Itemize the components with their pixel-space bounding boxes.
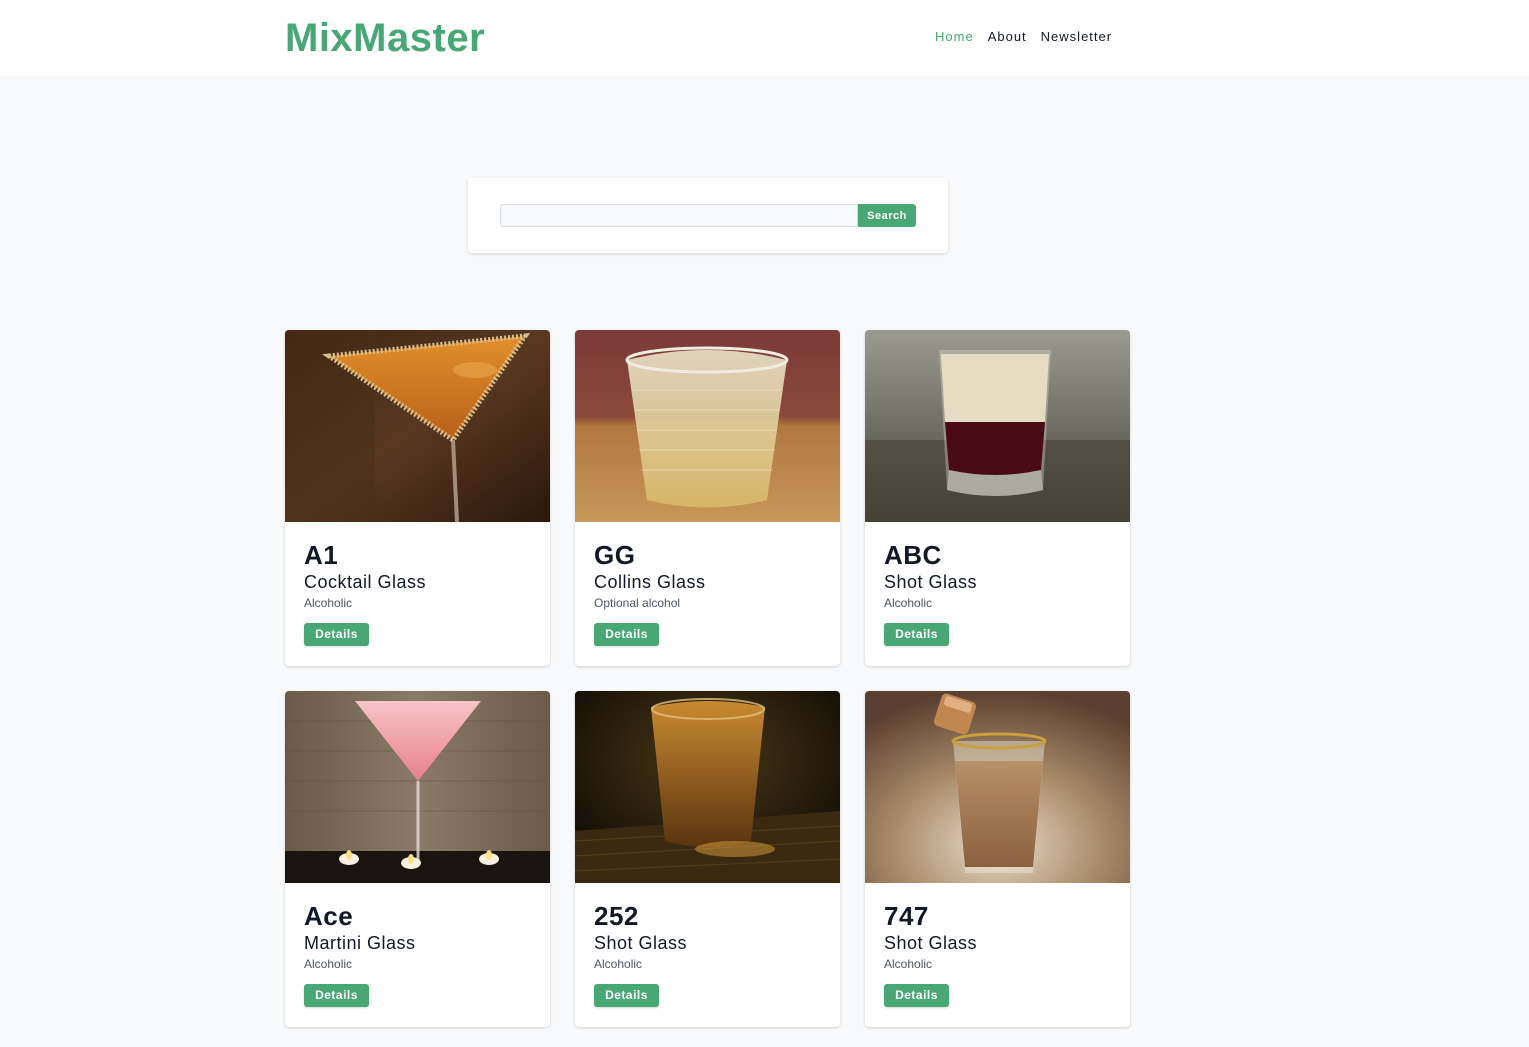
card-body: 747 Shot Glass Alcoholic Details	[865, 883, 1130, 1007]
details-button[interactable]: Details	[594, 984, 659, 1007]
brand-logo[interactable]: MixMaster	[285, 14, 485, 62]
cocktail-glass: Shot Glass	[594, 933, 688, 953]
cocktail-image[interactable]	[285, 691, 550, 883]
cocktail-name: GG	[594, 540, 636, 570]
nav-link-about[interactable]: About	[988, 28, 1027, 46]
cocktail-card: A1 Cocktail Glass Alcoholic Details	[285, 330, 550, 666]
cocktail-glass: Shot Glass	[884, 572, 978, 592]
cocktail-grid: A1 Cocktail Glass Alcoholic Details GG C…	[285, 330, 1130, 1027]
card-body: Ace Martini Glass Alcoholic Details	[285, 883, 550, 1007]
card-body: 252 Shot Glass Alcoholic Details	[575, 883, 840, 1007]
details-button[interactable]: Details	[304, 623, 369, 646]
nav-link-newsletter[interactable]: Newsletter	[1041, 28, 1112, 46]
cocktail-glass: Martini Glass	[304, 933, 416, 953]
card-body: GG Collins Glass Optional alcohol Detail…	[575, 522, 840, 646]
search-input[interactable]	[500, 204, 858, 227]
card-body: A1 Cocktail Glass Alcoholic Details	[285, 522, 550, 646]
nav-link-home[interactable]: Home	[935, 28, 974, 46]
details-button[interactable]: Details	[884, 623, 949, 646]
cocktail-image[interactable]	[575, 330, 840, 522]
cocktail-alcoholic: Alcoholic	[304, 957, 353, 971]
cocktail-card: 252 Shot Glass Alcoholic Details	[575, 691, 840, 1027]
cocktail-alcoholic: Alcoholic	[304, 596, 353, 610]
cocktail-name: 747	[884, 901, 929, 931]
nav-links: Home About Newsletter	[935, 28, 1112, 46]
details-button[interactable]: Details	[884, 984, 949, 1007]
cocktail-alcoholic: Optional alcohol	[594, 596, 681, 610]
cocktail-name: A1	[304, 540, 339, 570]
cocktail-name: 252	[594, 901, 639, 931]
navbar: MixMaster Home About Newsletter	[0, 0, 1529, 76]
cocktail-card: Ace Martini Glass Alcoholic Details	[285, 691, 550, 1027]
search-card: Search	[468, 178, 948, 253]
cocktail-card: ABC Shot Glass Alcoholic Details	[865, 330, 1130, 666]
cocktail-alcoholic: Alcoholic	[884, 596, 933, 610]
cocktail-alcoholic: Alcoholic	[884, 957, 933, 971]
cocktail-image[interactable]	[865, 691, 1130, 883]
cocktail-name: ABC	[884, 540, 942, 570]
cocktail-card: GG Collins Glass Optional alcohol Detail…	[575, 330, 840, 666]
cocktail-glass: Shot Glass	[884, 933, 978, 953]
cocktail-glass: Collins Glass	[594, 572, 706, 592]
details-button[interactable]: Details	[594, 623, 659, 646]
search-button[interactable]: Search	[858, 204, 916, 227]
cocktail-name: Ace	[304, 901, 354, 931]
cocktail-glass: Cocktail Glass	[304, 572, 427, 592]
cocktail-alcoholic: Alcoholic	[594, 957, 643, 971]
cocktail-card: 747 Shot Glass Alcoholic Details	[865, 691, 1130, 1027]
cocktail-image[interactable]	[865, 330, 1130, 522]
details-button[interactable]: Details	[304, 984, 369, 1007]
card-body: ABC Shot Glass Alcoholic Details	[865, 522, 1130, 646]
cocktail-image[interactable]	[285, 330, 550, 522]
cocktail-image[interactable]	[575, 691, 840, 883]
